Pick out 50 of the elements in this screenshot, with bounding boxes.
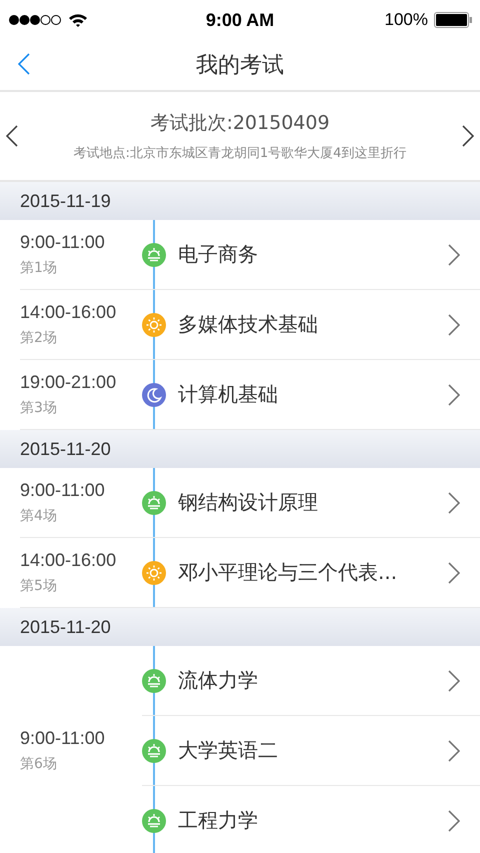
session-number: 第2场	[20, 329, 58, 347]
chevron-icon[interactable]	[448, 562, 460, 584]
exam-name[interactable]: 流体力学	[178, 667, 448, 694]
sunrise-icon	[142, 738, 166, 762]
next-icon[interactable]	[462, 125, 474, 147]
previous-icon[interactable]	[6, 125, 18, 147]
exam-name[interactable]: 邓小平理论与三个代表...	[178, 559, 448, 586]
session-number: 第6场	[20, 755, 58, 773]
exam-name[interactable]: 电子商务	[178, 241, 448, 268]
sunrise-icon	[142, 242, 166, 266]
date-label: 2015-11-20	[20, 616, 111, 638]
chevron-icon[interactable]	[448, 492, 460, 514]
session-number: 第1场	[20, 259, 58, 277]
exam-name[interactable]: 钢结构设计原理	[178, 489, 448, 516]
chevron-icon[interactable]	[448, 384, 460, 406]
sun-icon	[142, 560, 166, 584]
sunrise-icon	[142, 490, 166, 514]
session-time: 9:00-11:00	[20, 480, 106, 501]
chevron-icon[interactable]	[448, 244, 460, 266]
clock: 9:00 AM	[206, 10, 274, 30]
sunrise-icon	[142, 808, 166, 832]
exam-location: 考试地点:北京市东城区青龙胡同1号歌华大厦4到这里折行	[74, 145, 406, 162]
session-time: 14:00-16:00	[20, 302, 118, 323]
battery-percent: 100%	[384, 10, 428, 30]
date-label: 2015-11-19	[20, 190, 111, 212]
session-time: 19:00-21:00	[20, 372, 118, 393]
session-time: 14:00-16:00	[20, 550, 118, 571]
chevron-icon[interactable]	[448, 740, 460, 762]
sun-icon	[142, 312, 166, 336]
back-icon[interactable]	[18, 53, 30, 75]
wifi-icon	[68, 12, 88, 28]
exam-name[interactable]: 计算机基础	[178, 381, 448, 408]
session-number: 第5场	[20, 577, 58, 595]
exam-name[interactable]: 多媒体技术基础	[178, 311, 448, 338]
date-label: 2015-11-20	[20, 438, 111, 460]
batch-title: 考试批次:20150409	[150, 111, 330, 136]
exam-name[interactable]: 工程力学	[178, 807, 448, 834]
chevron-icon[interactable]	[448, 314, 460, 336]
session-number: 第3场	[20, 399, 58, 417]
page-title: 我的考试	[196, 52, 284, 80]
chevron-icon[interactable]	[448, 810, 460, 832]
session-time: 9:00-11:00	[20, 232, 106, 253]
exam-name[interactable]: 大学英语二	[178, 737, 448, 764]
signal-icon	[8, 14, 62, 26]
session-time: 9:00-11:00	[20, 728, 106, 749]
battery-icon	[434, 12, 472, 28]
chevron-icon[interactable]	[448, 670, 460, 692]
moon-icon	[142, 382, 166, 406]
session-number: 第4场	[20, 507, 58, 525]
sunrise-icon	[142, 668, 166, 692]
